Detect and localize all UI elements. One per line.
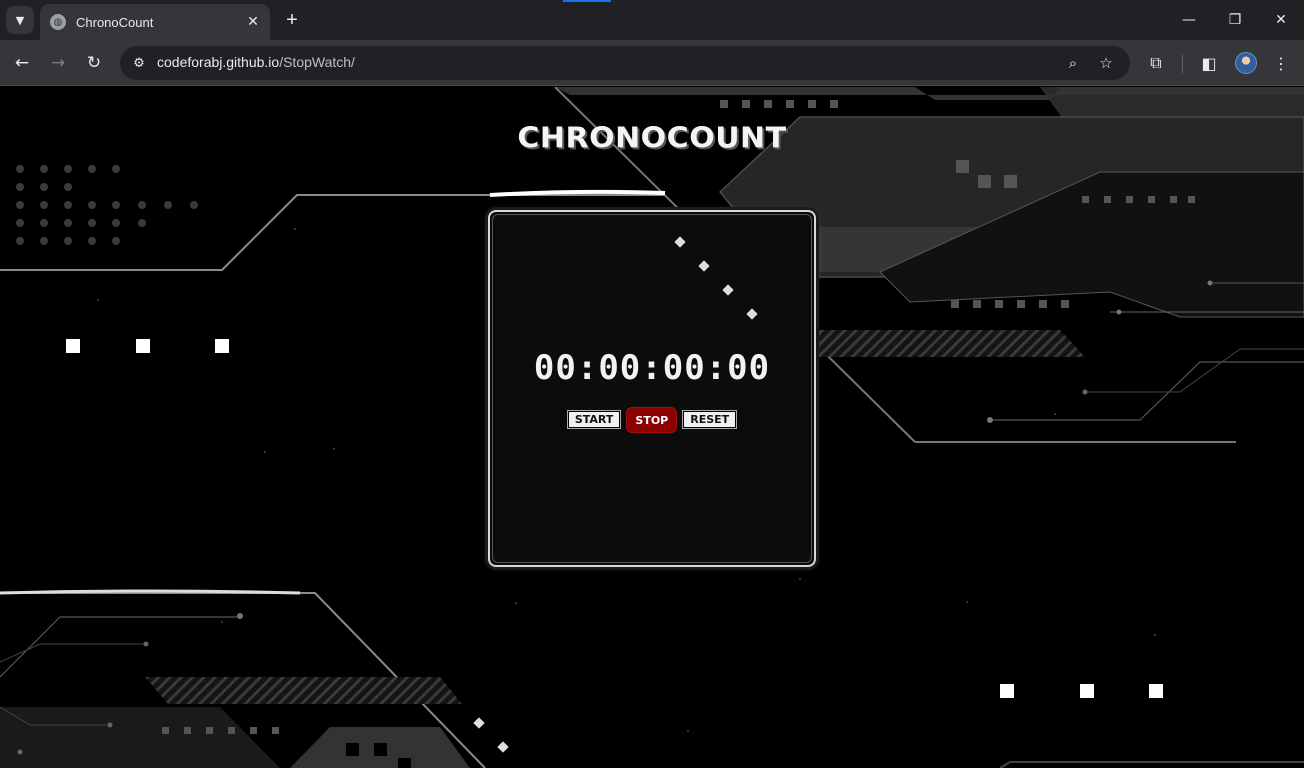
plus-icon: + <box>286 8 298 31</box>
forward-button[interactable]: → <box>44 49 72 77</box>
address-bar[interactable]: ⚙ codeforabj.github.io/StopWatch/ ⌕ ☆ <box>120 46 1130 80</box>
tab-active[interactable]: ◍ ChronoCount ✕ <box>40 4 270 40</box>
close-icon: ✕ <box>1275 12 1287 28</box>
page-content: CHRONOCOUNT 00:00:00:00 START STOP RESET <box>0 87 1304 768</box>
restore-icon: ❐ <box>1228 12 1242 28</box>
app-title: CHRONOCOUNT <box>517 121 787 156</box>
tab-title: ChronoCount <box>76 14 154 30</box>
back-button[interactable]: ← <box>8 49 36 77</box>
tab-strip: ▼ ◍ ChronoCount ✕ + — ❐ ✕ <box>0 0 1304 40</box>
new-tab-button[interactable]: + <box>280 8 304 32</box>
url-host: codeforabj.github.io <box>157 54 280 70</box>
minimize-button[interactable]: — <box>1171 6 1207 34</box>
start-button[interactable]: START <box>567 411 621 428</box>
tab-search-button[interactable]: ▼ <box>6 6 34 34</box>
tune-icon: ⚙ <box>133 55 145 71</box>
close-window-button[interactable]: ✕ <box>1263 6 1299 34</box>
globe-icon: ◍ <box>50 14 66 30</box>
zoom-button[interactable]: ⌕ <box>1062 52 1084 74</box>
tab-close-button[interactable]: ✕ <box>242 11 264 33</box>
zoom-icon: ⌕ <box>1068 54 1078 72</box>
arrow-left-icon: ← <box>14 53 30 73</box>
bookmark-button[interactable]: ☆ <box>1095 52 1117 74</box>
control-buttons: START STOP RESET <box>490 407 814 433</box>
extensions-button[interactable]: ⧉ <box>1142 49 1170 77</box>
site-info-button[interactable]: ⚙ <box>128 52 150 74</box>
chrome-menu-button[interactable]: ⋮ <box>1267 49 1295 77</box>
reload-icon: ↻ <box>86 53 102 73</box>
decor-diamond <box>674 236 686 248</box>
restore-button[interactable]: ❐ <box>1217 6 1253 34</box>
drag-indicator <box>563 0 611 2</box>
reload-button[interactable]: ↻ <box>80 49 108 77</box>
stopwatch-panel: 00:00:00:00 START STOP RESET <box>488 210 816 567</box>
star-icon: ☆ <box>1099 54 1113 72</box>
close-icon: ✕ <box>247 14 259 30</box>
decor-diamond <box>722 284 734 296</box>
puzzle-icon: ⧉ <box>1150 53 1162 72</box>
avatar[interactable] <box>1235 52 1257 74</box>
toolbar-divider <box>1182 55 1183 73</box>
side-panel-button[interactable]: ◧ <box>1195 49 1223 77</box>
minimize-icon: — <box>1182 12 1196 28</box>
url-path: /StopWatch/ <box>279 54 355 70</box>
url-text[interactable]: codeforabj.github.io/StopWatch/ <box>157 54 355 70</box>
chevron-down-icon: ▼ <box>15 13 25 27</box>
stop-button[interactable]: STOP <box>626 407 678 433</box>
decor-diamond <box>746 308 758 320</box>
reset-button[interactable]: RESET <box>683 411 737 428</box>
decor-diamond <box>698 260 710 272</box>
browser-toolbar: ← → ↻ ⚙ codeforabj.github.io/StopWatch/ … <box>0 40 1304 86</box>
side-panel-icon: ◧ <box>1201 53 1217 73</box>
arrow-right-icon: → <box>50 53 66 73</box>
kebab-menu-icon: ⋮ <box>1273 53 1289 73</box>
time-display: 00:00:00:00 <box>533 348 771 388</box>
